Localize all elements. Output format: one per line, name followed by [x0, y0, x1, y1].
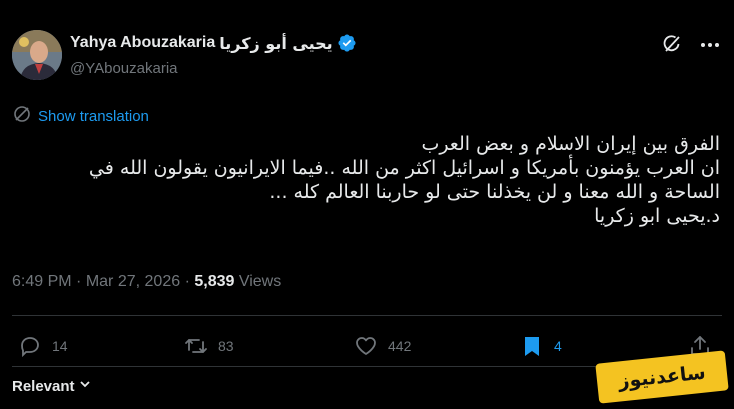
views-count: 5,839	[194, 273, 235, 290]
tweet-line: الفرق بين إيران الاسلام و بعض العرب	[421, 133, 720, 155]
reply-sort-dropdown[interactable]: Relevant	[12, 377, 92, 395]
meta-separator: ·	[76, 273, 82, 290]
watermark-logo: ساعدنیوز	[595, 350, 729, 404]
author-name[interactable]: Yahya Abouzakaria	[70, 34, 215, 52]
more-options-icon[interactable]	[698, 33, 722, 57]
like-button[interactable]: 442	[354, 334, 411, 358]
bookmark-icon	[520, 334, 544, 358]
author-name-row[interactable]: Yahya Abouzakaria يحيى أبو زكريا	[70, 33, 357, 53]
reply-button[interactable]: 14	[18, 334, 68, 358]
reply-icon	[18, 334, 42, 358]
tweet-text: الفرق بين إيران الاسلام و بعض العرب ان ا…	[20, 132, 720, 228]
meta-separator: ·	[184, 273, 190, 290]
repost-button[interactable]: 83	[184, 334, 234, 358]
bookmark-button[interactable]: 4	[520, 334, 562, 358]
author-name-arabic[interactable]: يحيى أبو زكريا	[219, 34, 332, 53]
divider	[12, 315, 722, 316]
like-count: 442	[388, 338, 412, 354]
tweet-meta: 6:49 PM · Mar 27, 2026 · 5,839 Views	[12, 273, 281, 291]
tweet-line: ان العرب يؤمنون بأمريكا و اسرائيل اكثر م…	[88, 157, 720, 179]
views-label: Views	[238, 273, 282, 290]
repost-count: 83	[218, 338, 234, 354]
reply-count: 14	[52, 338, 68, 354]
tweet-line: د.يحيى ابو زكريا	[594, 205, 720, 227]
repost-icon	[184, 334, 208, 358]
show-translation-link[interactable]: Show translation	[12, 104, 149, 128]
watermark-text: ساعدنیوز	[617, 361, 707, 393]
tweet-time[interactable]: 6:49 PM	[12, 273, 72, 290]
tweet-line: الساحة و الله معنا و لن يخذلنا حتى لو حا…	[269, 181, 720, 203]
reply-sort-label[interactable]: Relevant	[12, 378, 75, 395]
avatar[interactable]	[12, 30, 62, 80]
verified-badge-icon	[337, 33, 357, 53]
author-handle[interactable]: @YAbouzakaria	[70, 60, 178, 77]
heart-icon	[354, 334, 378, 358]
grok-icon[interactable]	[662, 34, 682, 54]
avatar-image	[12, 30, 62, 80]
tweet-date[interactable]: Mar 27, 2026	[86, 273, 180, 290]
show-translation-label[interactable]: Show translation	[38, 108, 149, 125]
translate-icon	[12, 104, 32, 128]
bookmark-count: 4	[554, 338, 562, 354]
chevron-down-icon	[78, 377, 92, 395]
